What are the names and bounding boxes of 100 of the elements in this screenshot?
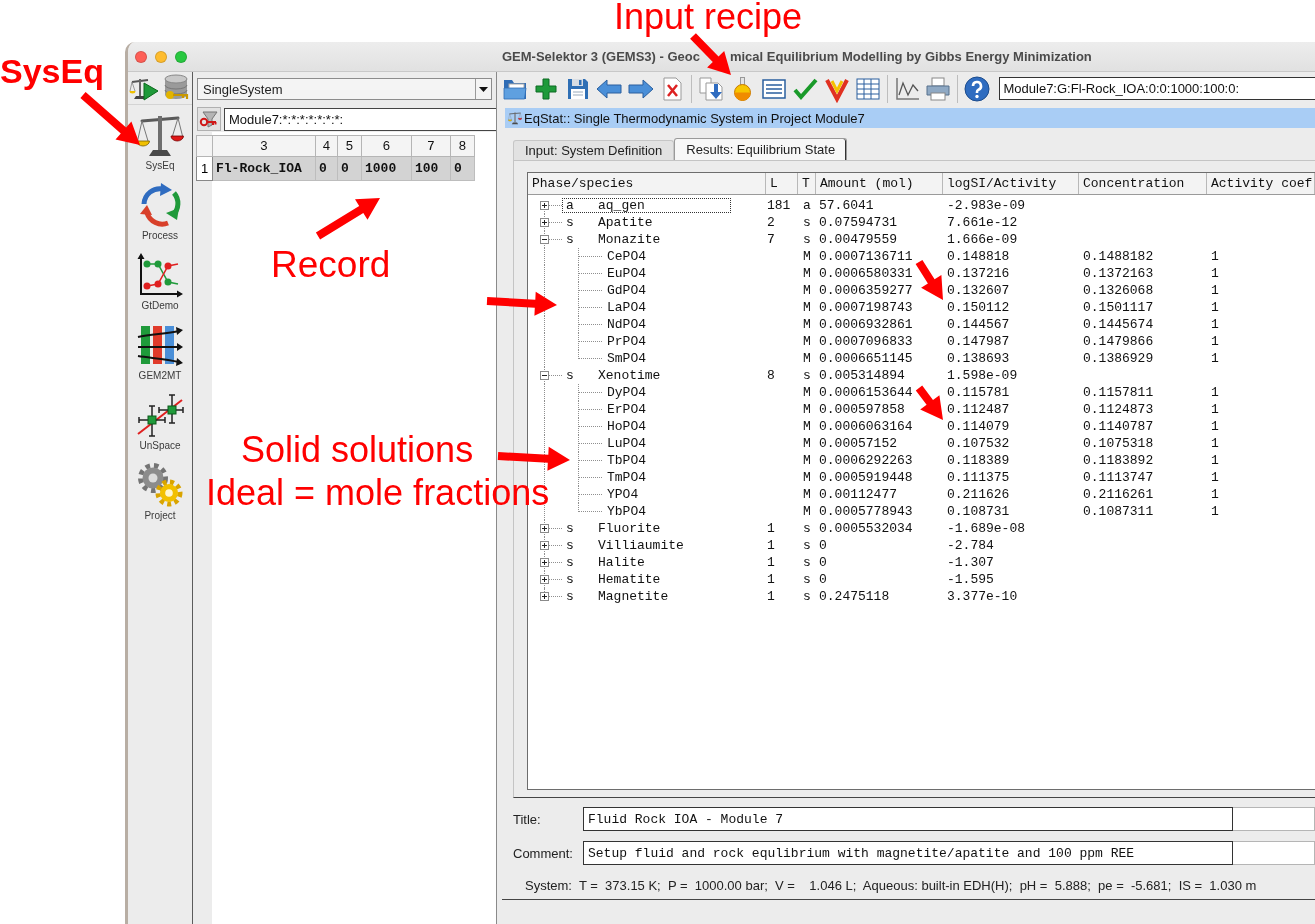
species-name[interactable]: DyPO4 [607, 384, 646, 401]
table-cell: s [803, 232, 811, 247]
species-name[interactable]: YPO4 [607, 486, 639, 503]
annotation-text: Input recipe [614, 0, 803, 35]
phase-name[interactable]: Magnetite [598, 588, 669, 605]
table-cell: 0.132607 [947, 283, 1010, 298]
species-name[interactable]: HoPO4 [607, 418, 646, 435]
table-cell: 0.1140787 [1083, 419, 1154, 434]
table-cell: 0 [337, 156, 362, 181]
species-name[interactable]: TbPO4 [607, 452, 646, 469]
blank-field[interactable] [1233, 807, 1315, 831]
species-name[interactable]: PrPO4 [607, 333, 646, 350]
crosshair-icon [136, 392, 184, 438]
phase-type: s [566, 520, 575, 537]
scales-icon [508, 111, 522, 125]
module-button[interactable]: GtDemo [128, 248, 192, 318]
phase-name[interactable]: aq_gen [598, 197, 645, 214]
table-cell: 1.666e-09 [947, 232, 1018, 247]
table-cell: 0.115781 [947, 385, 1010, 400]
table-cell: 0.1372163 [1083, 266, 1154, 281]
table-cell: -1.595 [947, 572, 994, 587]
expand-icon[interactable] [540, 524, 549, 533]
table-cell: 0.0006292263 [819, 453, 913, 468]
species-name[interactable]: YbPO4 [607, 503, 646, 520]
tab[interactable]: Input: System Definition [513, 140, 675, 160]
module-button[interactable]: Project [128, 458, 192, 528]
expand-icon[interactable] [540, 541, 549, 550]
table-cell: 0.0007096833 [819, 334, 913, 349]
species-name[interactable]: GdPO4 [607, 282, 646, 299]
collapse-icon[interactable] [540, 235, 549, 244]
phase-type: s [566, 214, 575, 231]
table-cell: -1.689e-08 [947, 521, 1025, 536]
phase-name[interactable]: Villiaumite [598, 537, 684, 554]
module-button[interactable]: GEM2MT [128, 318, 192, 388]
mode-dropdown[interactable]: SingleSystem [197, 78, 492, 100]
help-icon[interactable] [962, 74, 991, 103]
phase-type: s [566, 554, 575, 571]
table-cell: M [803, 436, 811, 451]
species-name[interactable]: LuPO4 [607, 435, 646, 452]
blank-field[interactable] [1233, 841, 1315, 865]
expand-icon[interactable] [540, 201, 549, 210]
expand-icon[interactable] [540, 575, 549, 584]
table-cell: 0.1124873 [1083, 402, 1154, 417]
table-cell: 3.377e-10 [947, 589, 1018, 604]
species-name[interactable]: CePO4 [607, 248, 646, 265]
table-cell: 1 [1211, 351, 1219, 366]
table-cell: M [803, 419, 811, 434]
table-cell: 0.000597858 [819, 402, 905, 417]
table-cell: 57.6041 [819, 198, 874, 213]
table-cell: 0.1326068 [1083, 283, 1154, 298]
column-header: logSI/Activity [943, 173, 1079, 194]
species-name[interactable]: SmPO4 [607, 350, 646, 367]
filter-button[interactable] [197, 107, 221, 131]
table-cell: 0.07594731 [819, 215, 897, 230]
phase-name[interactable]: Hematite [598, 571, 661, 588]
table-cell: 0.0006153644 [819, 385, 913, 400]
table-cell: 1 [1211, 317, 1219, 332]
expand-icon[interactable] [540, 592, 549, 601]
phase-name[interactable]: Xenotime [598, 367, 661, 384]
title-field[interactable]: Fluid Rock IOA - Module 7 [583, 807, 1233, 831]
expand-icon[interactable] [540, 558, 549, 567]
table-cell: 0.1075318 [1083, 436, 1154, 451]
table-cell: 1 [1211, 249, 1219, 264]
filter-field[interactable]: Module7:*:*:*:*:*:*:*: [224, 107, 496, 131]
record-row[interactable]: 1 Fl-Rock_IOA 0 0 1000 100 0 [196, 156, 475, 181]
table-cell: 7.661e-12 [947, 215, 1018, 230]
phase-name[interactable]: Halite [598, 554, 645, 571]
comment-field[interactable]: Setup fluid and rock equlibrium with magnetite/apatite and 100 ppm REE [583, 841, 1233, 865]
species-name[interactable]: ErPO4 [607, 401, 646, 418]
table-cell: 0.0006580331 [819, 266, 913, 281]
expand-icon[interactable] [540, 218, 549, 227]
table-cell: 1 [1211, 453, 1219, 468]
species-name[interactable]: NdPO4 [607, 316, 646, 333]
record-key-field[interactable]: Module7:G:Fl-Rock_IOA:0:0:1000:100:0: [998, 77, 1315, 100]
table-cell: 0.1479866 [1083, 334, 1154, 349]
annotation-text: Record [271, 246, 391, 283]
table-cell: 0.147987 [947, 334, 1010, 349]
species-name[interactable]: EuPO4 [607, 265, 646, 282]
table-cell: 0.118389 [947, 453, 1010, 468]
table-cell: 2 [767, 215, 775, 230]
module-button[interactable]: UnSpace [128, 388, 192, 458]
column-header: 7 [411, 135, 451, 157]
module-button[interactable]: SysEq [128, 108, 192, 178]
collapse-icon[interactable] [540, 371, 549, 380]
table-cell: M [803, 283, 811, 298]
module-button[interactable]: Process [128, 178, 192, 248]
phase-name[interactable]: Monazite [598, 231, 661, 248]
table-cell: 0.005314894 [819, 368, 905, 383]
table-cell: 0.137216 [947, 266, 1010, 281]
close-button[interactable] [135, 50, 147, 63]
table-cell: 0.107532 [947, 436, 1010, 451]
phase-name[interactable]: Fluorite [598, 520, 661, 537]
phase-name[interactable]: Apatite [598, 214, 653, 231]
species-name[interactable]: LaPO4 [607, 299, 646, 316]
table-cell: 0.00057152 [819, 436, 897, 451]
table-cell: 0.0006063164 [819, 419, 913, 434]
species-name[interactable]: TmPO4 [607, 469, 646, 486]
printer-icon[interactable] [924, 74, 953, 103]
tab[interactable]: Results: Equilibrium State [674, 138, 848, 160]
documents-arrow-icon[interactable] [696, 74, 725, 103]
